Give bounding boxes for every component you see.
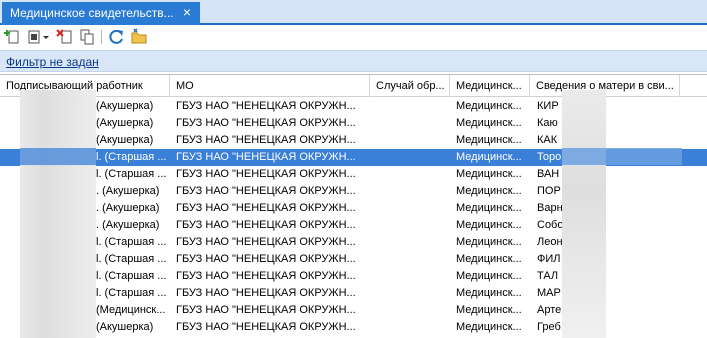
cell-medic: Медицинск... xyxy=(456,219,522,231)
toolbar xyxy=(0,25,707,49)
cell-mo: ГБУЗ НАО "НЕНЕЦКАЯ ОКРУЖН... xyxy=(176,185,356,197)
cell-mother: Леон xyxy=(537,236,563,248)
cell-mo: ГБУЗ НАО "НЕНЕЦКАЯ ОКРУЖН... xyxy=(176,100,356,112)
refresh-icon[interactable] xyxy=(108,28,126,46)
cell-mo: ГБУЗ НАО "НЕНЕЦКАЯ ОКРУЖН... xyxy=(176,236,356,248)
cell-mother: ПОР xyxy=(537,185,561,197)
cell-mo: ГБУЗ НАО "НЕНЕЦКАЯ ОКРУЖН... xyxy=(176,304,356,316)
cell-worker: . (Акушерка) xyxy=(96,219,160,231)
cell-worker: l. (Старшая ... xyxy=(96,270,167,282)
redacted-names-blur xyxy=(20,90,96,338)
tab-title: Медицинское свидетельств... xyxy=(10,6,174,20)
cell-medic: Медицинск... xyxy=(456,100,522,112)
cell-mo: ГБУЗ НАО "НЕНЕЦКАЯ ОКРУЖН... xyxy=(176,168,356,180)
cell-mo: ГБУЗ НАО "НЕНЕЦКАЯ ОКРУЖН... xyxy=(176,134,356,146)
column-header-case[interactable]: Случай обр... xyxy=(370,75,450,97)
cell-mo: ГБУЗ НАО "НЕНЕЦКАЯ ОКРУЖН... xyxy=(176,270,356,282)
cell-mother: Собо xyxy=(537,219,564,231)
cell-worker: (Акушерка) xyxy=(96,117,154,129)
cell-worker: l. (Старшая ... xyxy=(96,287,167,299)
toolbar-separator xyxy=(101,30,102,44)
cell-medic: Медицинск... xyxy=(456,202,522,214)
cell-worker: l. (Старшая ... xyxy=(96,168,167,180)
cell-mother: Греб xyxy=(537,321,561,333)
cell-worker: (Акушерка) xyxy=(96,321,154,333)
cell-worker: l. (Старшая ... xyxy=(96,253,167,265)
column-header-mo[interactable]: МО xyxy=(170,75,370,97)
cell-mo: ГБУЗ НАО "НЕНЕЦКАЯ ОКРУЖН... xyxy=(176,219,356,231)
cell-mother: КИР xyxy=(537,100,559,112)
cell-medic: Медицинск... xyxy=(456,253,522,265)
cell-mother: Варн xyxy=(537,202,563,214)
cell-medic: Медицинск... xyxy=(456,236,522,248)
cell-worker: . (Акушерка) xyxy=(96,185,160,197)
folder-icon[interactable] xyxy=(130,28,148,46)
cell-medic: Медицинск... xyxy=(456,185,522,197)
cell-worker: l. (Старшая ... xyxy=(96,236,167,248)
cell-medic: Медицинск... xyxy=(456,304,522,316)
cell-mother: КАК xyxy=(537,134,558,146)
cell-worker: l. (Старшая ... xyxy=(96,151,167,163)
cell-worker: (Акушерка) xyxy=(96,134,154,146)
copy-icon[interactable] xyxy=(78,28,96,46)
cell-mother: Торо xyxy=(537,151,562,163)
cell-medic: Медицинск... xyxy=(456,270,522,282)
cell-mother: МАР xyxy=(537,287,561,299)
redacted-mother-blur xyxy=(562,90,606,338)
cell-mo: ГБУЗ НАО "НЕНЕЦКАЯ ОКРУЖН... xyxy=(176,151,356,163)
cell-medic: Медицинск... xyxy=(456,117,522,129)
cell-worker: (Акушерка) xyxy=(96,100,154,112)
cell-mother: Арте xyxy=(537,304,562,316)
tab-strip: Медицинское свидетельств... × xyxy=(0,0,707,25)
delete-icon[interactable] xyxy=(56,28,74,46)
cell-mo: ГБУЗ НАО "НЕНЕЦКАЯ ОКРУЖН... xyxy=(176,253,356,265)
cell-medic: Медицинск... xyxy=(456,151,522,163)
cell-mother: ФИЛ xyxy=(537,253,561,265)
redacted-selected-mother xyxy=(562,148,682,165)
tab-medical-certificate[interactable]: Медицинское свидетельств... × xyxy=(2,2,200,25)
cell-medic: Медицинск... xyxy=(456,287,522,299)
cell-mo: ГБУЗ НАО "НЕНЕЦКАЯ ОКРУЖН... xyxy=(176,287,356,299)
cell-medic: Медицинск... xyxy=(456,168,522,180)
add-icon[interactable] xyxy=(4,28,22,46)
cell-mother: Каю xyxy=(537,117,558,129)
filter-bar: Фильтр не задан xyxy=(0,50,707,72)
cell-mother: ТАЛ xyxy=(537,270,559,282)
cell-mo: ГБУЗ НАО "НЕНЕЦКАЯ ОКРУЖН... xyxy=(176,117,356,129)
close-icon[interactable]: × xyxy=(180,5,194,19)
edit-dropdown-icon[interactable] xyxy=(26,28,50,46)
cell-mo: ГБУЗ НАО "НЕНЕЦКАЯ ОКРУЖН... xyxy=(176,321,356,333)
cell-mo: ГБУЗ НАО "НЕНЕЦКАЯ ОКРУЖН... xyxy=(176,202,356,214)
redacted-selected-name xyxy=(20,148,96,165)
cell-worker: (Медицинск... xyxy=(96,304,166,316)
filter-link[interactable]: Фильтр не задан xyxy=(6,55,99,69)
cell-medic: Медицинск... xyxy=(456,134,522,146)
column-header-medic[interactable]: Медицинск... xyxy=(450,75,530,97)
cell-worker: . (Акушерка) xyxy=(96,202,160,214)
cell-mother: ВАН xyxy=(537,168,560,180)
cell-medic: Медицинск... xyxy=(456,321,522,333)
